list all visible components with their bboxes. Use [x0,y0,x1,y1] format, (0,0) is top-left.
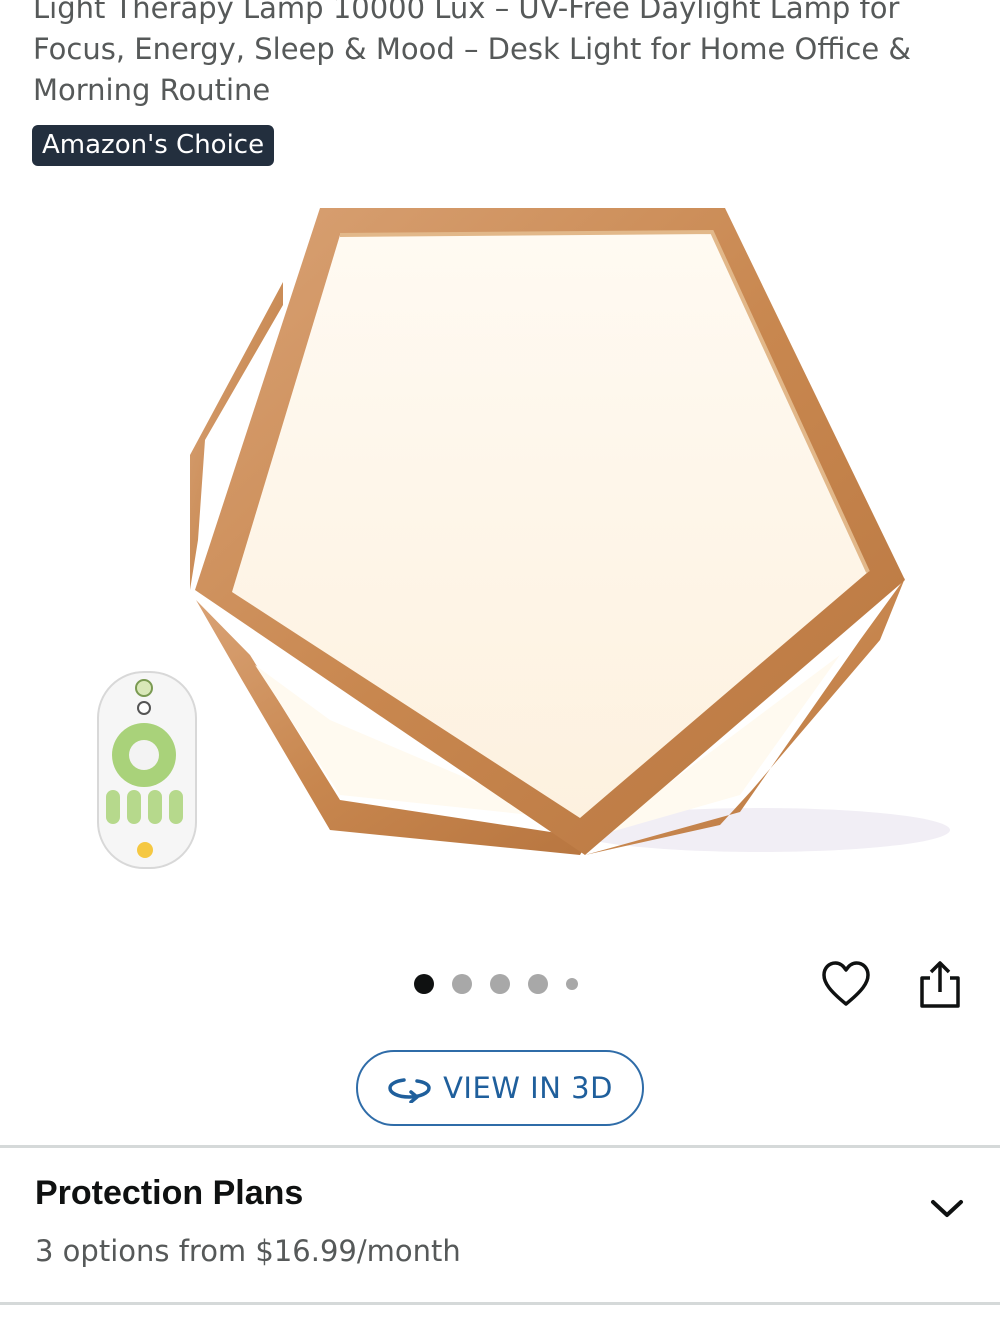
view-in-3d-button[interactable]: VIEW IN 3D [356,1050,644,1126]
carousel-dot[interactable] [566,978,578,990]
carousel-dot[interactable] [490,974,510,994]
divider [0,1302,1000,1305]
amazons-choice-badge[interactable]: Amazon's Choice [32,125,275,166]
share-icon[interactable] [914,958,964,1010]
product-image[interactable] [0,180,1000,940]
carousel-dot[interactable] [452,974,472,994]
view-in-3d-label: VIEW IN 3D [443,1071,613,1105]
heart-icon[interactable] [820,958,872,1010]
remote-control-image [97,671,197,869]
protection-plans-subtext: 3 options from $16.99/month [35,1234,461,1268]
protection-plans-heading: Protection Plans [35,1174,304,1212]
rotate-3d-icon [388,1078,431,1103]
carousel-dot[interactable] [528,974,548,994]
protection-plans-section[interactable]: Protection Plans 3 options from $16.99/m… [0,1148,1000,1303]
chevron-down-icon[interactable] [928,1196,966,1220]
product-title: Light Therapy Lamp 10000 Lux – UV-Free D… [33,0,912,107]
image-carousel-dots[interactable] [414,972,578,996]
carousel-dot[interactable] [414,974,434,994]
